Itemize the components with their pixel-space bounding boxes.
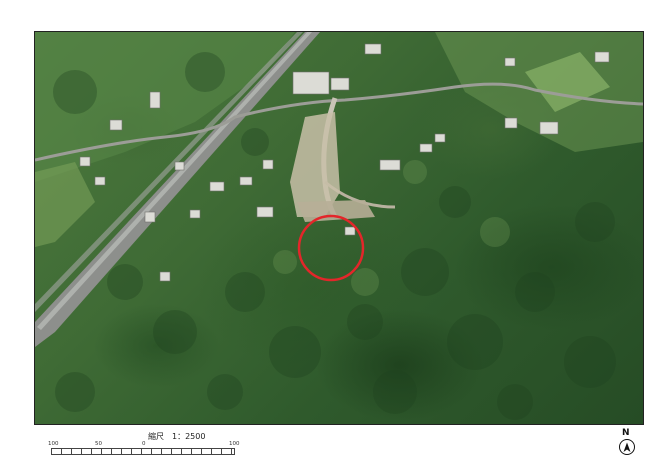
north-arrow-icon: N xyxy=(616,428,638,456)
aerial-photo-layer xyxy=(35,32,643,420)
scale-tick-label: 0 xyxy=(142,441,146,447)
north-label: N xyxy=(622,428,630,438)
scale-tick-label: 100 xyxy=(229,441,240,447)
target-circle-icon[interactable] xyxy=(297,214,365,282)
north-arrow-glyph xyxy=(623,442,631,452)
field-west xyxy=(35,162,95,247)
scale-tick-label: 100 xyxy=(48,441,59,447)
north-arrow-circle xyxy=(619,439,635,455)
scale-bar xyxy=(51,448,235,455)
scale-bar-group: 縮尺 1：2500 100 50 0 100 xyxy=(45,428,245,468)
scale-tick-label: 50 xyxy=(95,441,102,447)
scale-caption: 縮尺 1：2500 xyxy=(148,432,206,441)
aerial-map[interactable] xyxy=(34,31,644,425)
